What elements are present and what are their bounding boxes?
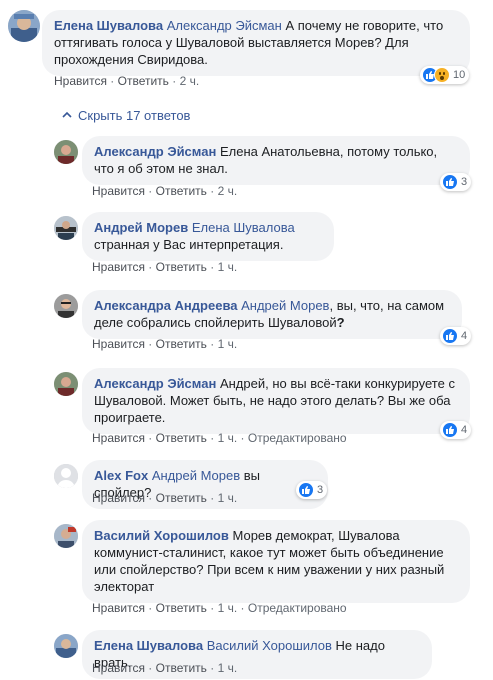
separator: ·: [206, 491, 218, 505]
like-link[interactable]: Нравится: [92, 661, 145, 675]
reply-link[interactable]: Ответить: [156, 337, 207, 351]
edited-label[interactable]: Отредактировано: [248, 431, 347, 445]
comment-bubble: Александра Андреева Андрей Морев, вы, чт…: [82, 290, 462, 339]
avatar[interactable]: [8, 10, 40, 42]
avatar[interactable]: [54, 372, 78, 396]
separator: ·: [206, 601, 218, 615]
reaction-count: 4: [461, 330, 468, 342]
like-link[interactable]: Нравится: [92, 337, 145, 351]
comment-author[interactable]: Александр Эйсман: [94, 144, 216, 159]
comment-author[interactable]: Елена Шувалова: [94, 638, 203, 653]
timestamp[interactable]: 1 ч.: [218, 661, 238, 675]
reactions-badge[interactable]: 3: [296, 481, 328, 499]
separator: ·: [106, 74, 118, 88]
separator: ·: [144, 431, 156, 445]
separator: ·: [144, 601, 156, 615]
like-link[interactable]: Нравится: [92, 184, 145, 198]
reply-link[interactable]: Ответить: [156, 661, 207, 675]
comment-text-punct: ?: [336, 315, 345, 330]
comment-bubble: Александр Эйсман Андрей, но вы всё-таки …: [82, 368, 470, 434]
like-reaction-icon: [442, 174, 458, 190]
comment-mention[interactable]: Андрей Морев: [152, 468, 240, 483]
separator: ·: [144, 491, 156, 505]
comment-bubble: Василий Хорошилов Морев демократ, Шувало…: [82, 520, 470, 603]
separator: ·: [206, 661, 218, 675]
avatar[interactable]: [54, 524, 78, 548]
comment-actions: Нравится · Ответить · 1 ч.: [92, 337, 237, 351]
separator: ·: [144, 184, 156, 198]
comment-mention[interactable]: Андрей Морев: [241, 298, 329, 313]
separator: ·: [144, 260, 156, 274]
reactions-badge[interactable]: 10: [420, 66, 470, 84]
comment-actions: Нравится · Ответить · 1 ч.: [92, 661, 237, 675]
reply-link[interactable]: Ответить: [156, 184, 207, 198]
separator: ·: [237, 431, 248, 445]
comment-author[interactable]: Александра Андреева: [94, 298, 238, 313]
comment-mention[interactable]: Александр Эйсман: [167, 18, 282, 33]
like-link[interactable]: Нравится: [92, 260, 145, 274]
comment-actions: Нравится · Ответить · 1 ч.: [92, 491, 237, 505]
comment-actions: Нравится · Ответить · 1 ч. · Отредактиро…: [92, 601, 347, 615]
separator: ·: [237, 601, 248, 615]
like-link[interactable]: Нравится: [92, 431, 145, 445]
comment-bubble: Елена Шувалова Александр Эйсман А почему…: [42, 10, 470, 76]
reply-link[interactable]: Ответить: [156, 260, 207, 274]
reactions-badge[interactable]: 4: [440, 327, 472, 345]
separator: ·: [144, 661, 156, 675]
timestamp[interactable]: 1 ч.: [218, 337, 238, 351]
avatar[interactable]: [54, 140, 78, 164]
reactions-badge[interactable]: 3: [440, 173, 472, 191]
comment-mention[interactable]: Василий Хорошилов: [207, 638, 332, 653]
timestamp[interactable]: 1 ч.: [218, 601, 238, 615]
like-reaction-icon: [298, 482, 314, 498]
comment-actions: Нравится · Ответить · 1 ч.: [92, 260, 237, 274]
comment-author[interactable]: Alex Fox: [94, 468, 148, 483]
comment-bubble: Андрей Морев Елена Шувалова странная у В…: [82, 212, 334, 261]
reactions-badge[interactable]: 4: [440, 421, 472, 439]
like-link[interactable]: Нравится: [54, 74, 107, 88]
wow-reaction-icon: [434, 67, 450, 83]
like-reaction-icon: [442, 422, 458, 438]
comment-actions: Нравится · Ответить · 2 ч.: [54, 74, 199, 88]
separator: ·: [168, 74, 180, 88]
separator: ·: [144, 337, 156, 351]
hide-replies-link[interactable]: Скрыть 17 ответов: [62, 108, 190, 123]
avatar[interactable]: [54, 464, 78, 488]
comment-text: странная у Вас интерпретация.: [94, 237, 284, 252]
like-link[interactable]: Нравится: [92, 491, 145, 505]
reaction-count: 10: [453, 69, 466, 81]
comment-author[interactable]: Андрей Морев: [94, 220, 188, 235]
timestamp[interactable]: 2 ч.: [218, 184, 238, 198]
separator: ·: [206, 184, 218, 198]
separator: ·: [206, 260, 218, 274]
comment-mention[interactable]: Елена Шувалова: [192, 220, 295, 235]
hide-replies-label: Скрыть 17 ответов: [78, 108, 191, 123]
reply-link[interactable]: Ответить: [156, 491, 207, 505]
reply-link[interactable]: Ответить: [118, 74, 169, 88]
chevron-up-icon: [62, 111, 72, 118]
timestamp[interactable]: 1 ч.: [218, 260, 238, 274]
reaction-count: 4: [461, 424, 468, 436]
timestamp[interactable]: 1 ч.: [218, 491, 238, 505]
comment-actions: Нравится · Ответить · 1 ч. · Отредактиро…: [92, 431, 347, 445]
comment-author[interactable]: Александр Эйсман: [94, 376, 216, 391]
separator: ·: [206, 337, 218, 351]
separator: ·: [206, 431, 218, 445]
edited-label[interactable]: Отредактировано: [248, 601, 347, 615]
comment-actions: Нравится · Ответить · 2 ч.: [92, 184, 237, 198]
avatar[interactable]: [54, 634, 78, 658]
comment-bubble: Александр Эйсман Елена Анатольевна, пото…: [82, 136, 470, 185]
avatar[interactable]: [54, 216, 78, 240]
avatar[interactable]: [54, 294, 78, 318]
reaction-count: 3: [461, 176, 468, 188]
like-link[interactable]: Нравится: [92, 601, 145, 615]
reaction-count: 3: [317, 484, 324, 496]
comment-author[interactable]: Елена Шувалова: [54, 18, 163, 33]
reply-link[interactable]: Ответить: [156, 601, 207, 615]
like-reaction-icon: [442, 328, 458, 344]
timestamp[interactable]: 2 ч.: [180, 74, 200, 88]
comment-author[interactable]: Василий Хорошилов: [94, 528, 229, 543]
reply-link[interactable]: Ответить: [156, 431, 207, 445]
timestamp[interactable]: 1 ч.: [218, 431, 238, 445]
